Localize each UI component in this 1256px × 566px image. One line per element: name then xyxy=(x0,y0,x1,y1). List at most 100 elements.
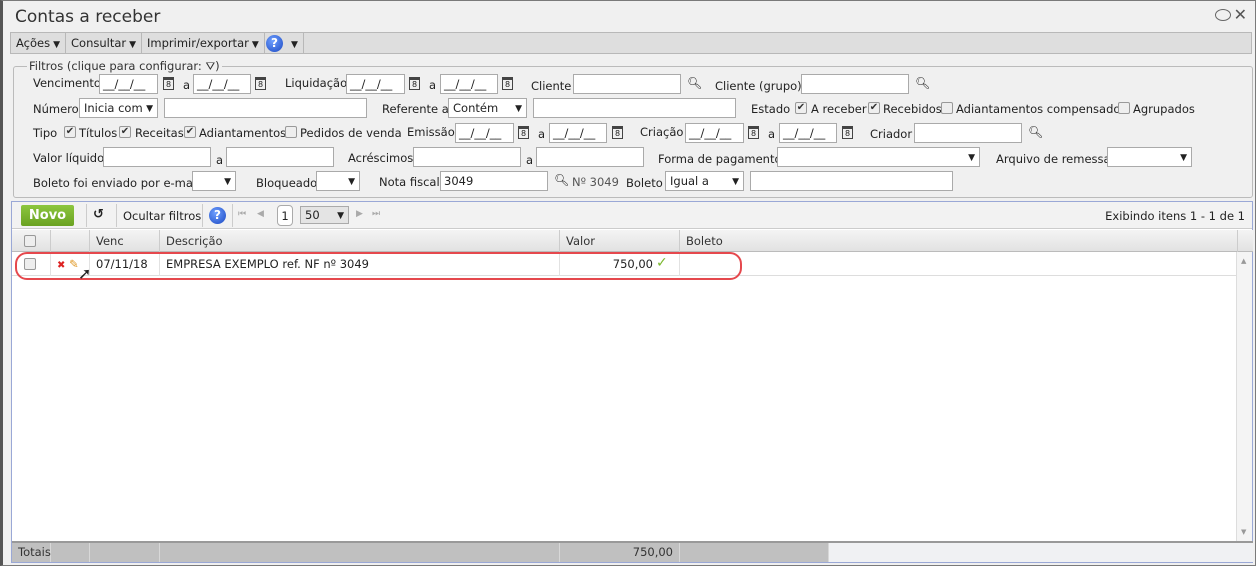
label-a: a xyxy=(183,78,191,92)
emissao-to[interactable]: __/__/__ xyxy=(549,123,607,143)
cb-label: Adiantamentos compensados xyxy=(956,102,1127,116)
scroll-up-icon[interactable]: ▲ xyxy=(1241,257,1246,265)
label-a: a xyxy=(538,127,546,141)
col-descricao[interactable]: Descrição xyxy=(160,230,560,252)
label-nota-fiscal: Nota fiscal xyxy=(379,175,440,189)
col-valor[interactable]: Valor xyxy=(560,230,680,252)
calendar-icon[interactable]: 8 xyxy=(163,77,174,90)
chat-icon[interactable] xyxy=(1215,9,1231,21)
estado-recebidos-checkbox[interactable]: ✔ xyxy=(868,102,880,114)
help-icon[interactable]: ? xyxy=(209,207,226,224)
legend-end: ) xyxy=(215,59,220,73)
next-page-icon[interactable]: ▶ xyxy=(356,209,363,219)
valor-liquido-to[interactable] xyxy=(226,147,334,167)
menu-consultar[interactable]: Consultar ▼ xyxy=(66,33,143,53)
col-venc[interactable]: Venc xyxy=(90,230,160,252)
tipo-adiantamentos-checkbox[interactable]: ✔ xyxy=(184,126,196,138)
filters-legend[interactable]: Filtros (clique para configurar: ⛛) xyxy=(27,59,222,74)
calendar-icon[interactable]: 8 xyxy=(612,126,623,139)
help-menu[interactable]: ? ▼ xyxy=(261,33,304,53)
page-input[interactable]: 1 xyxy=(277,205,293,226)
page-size-select[interactable]: 50 xyxy=(300,206,349,224)
close-icon[interactable]: ✕ xyxy=(1234,5,1247,24)
acrescimos-from[interactable] xyxy=(413,147,521,167)
label-cliente: Cliente xyxy=(531,79,572,93)
cb-label: Receitas xyxy=(135,126,184,140)
menu-imprimir[interactable]: Imprimir/exportar ▼ xyxy=(142,33,265,53)
estado-agrupados-checkbox[interactable] xyxy=(1118,102,1130,114)
nota-fiscal-input[interactable]: 3049 xyxy=(440,171,548,191)
vencimento-from[interactable]: __/__/__ xyxy=(99,74,158,94)
cliente-input[interactable] xyxy=(573,74,681,94)
caret-down-icon: ▼ xyxy=(53,40,61,50)
window: Contas a receber ✕ Ações ▼ Consultar ▼ Imp… xyxy=(0,0,1256,566)
first-page-icon[interactable]: ⏮ xyxy=(238,209,246,219)
calendar-icon[interactable]: 8 xyxy=(842,126,853,139)
calendar-icon[interactable]: 8 xyxy=(518,126,529,139)
criador-input[interactable] xyxy=(914,123,1022,143)
tipo-titulos-checkbox[interactable]: ✔ xyxy=(64,126,76,138)
label-referente: Referente a xyxy=(382,102,449,116)
cliente-grupo-input[interactable] xyxy=(801,74,909,94)
referente-operator-select[interactable]: Contém xyxy=(448,98,527,118)
caret-down-icon: ▼ xyxy=(251,40,259,50)
label-tipo: Tipo xyxy=(33,126,58,140)
bloqueado-select[interactable] xyxy=(316,171,360,191)
row-highlight-annotation xyxy=(15,252,742,280)
label-numero: Número xyxy=(33,102,79,116)
referente-input[interactable] xyxy=(533,98,736,118)
calendar-icon[interactable]: 8 xyxy=(748,126,759,139)
boleto-operator-select[interactable]: Igual a xyxy=(665,171,744,191)
refresh-icon[interactable]: ↺ xyxy=(93,207,104,222)
criacao-to[interactable]: __/__/__ xyxy=(779,123,837,143)
calendar-icon[interactable]: 8 xyxy=(502,77,513,90)
divider xyxy=(116,204,117,227)
hide-filters-button[interactable]: Ocultar filtros xyxy=(123,209,201,223)
boleto-input[interactable] xyxy=(750,171,953,191)
search-icon[interactable]: 🔍︎ xyxy=(915,76,930,90)
emissao-from[interactable]: __/__/__ xyxy=(455,123,514,143)
acrescimos-to[interactable] xyxy=(536,147,644,167)
menu-label: Consultar xyxy=(71,36,127,50)
prev-page-icon[interactable]: ◀ xyxy=(257,209,264,219)
forma-pagamento-select[interactable] xyxy=(777,147,980,167)
criacao-from[interactable]: __/__/__ xyxy=(685,123,744,143)
label-vencimento: Vencimento xyxy=(33,76,101,90)
numero-input[interactable] xyxy=(164,98,367,118)
menu-label: Ações xyxy=(16,36,51,50)
divider xyxy=(202,204,203,227)
estado-adiantamentos-checkbox[interactable] xyxy=(941,102,953,114)
select-all-checkbox[interactable] xyxy=(24,235,36,247)
totals-cell xyxy=(90,543,160,562)
cb-label: Recebidos xyxy=(883,102,942,116)
pagination-status: Exibindo itens 1 - 1 de 1 xyxy=(1105,209,1245,223)
search-icon[interactable]: 🔍︎ xyxy=(687,76,702,90)
valor-liquido-from[interactable] xyxy=(103,147,211,167)
scroll-down-icon[interactable]: ▼ xyxy=(1241,528,1246,536)
filter-icon[interactable]: ⛛ xyxy=(205,59,215,73)
calendar-icon[interactable]: 8 xyxy=(409,77,420,90)
col-boleto[interactable]: Boleto xyxy=(680,230,1238,252)
last-page-icon[interactable]: ⏭ xyxy=(372,209,380,219)
vencimento-to[interactable]: __/__/__ xyxy=(193,74,251,94)
search-icon[interactable]: 🔍︎ xyxy=(1028,125,1043,139)
tipo-pedidos-checkbox[interactable] xyxy=(285,126,297,138)
caret-down-icon: ▼ xyxy=(291,40,298,50)
calendar-icon[interactable]: 8 xyxy=(255,77,266,90)
cb-label: Pedidos de venda xyxy=(300,126,402,140)
liquidacao-from[interactable]: __/__/__ xyxy=(346,74,405,94)
new-button[interactable]: Novo xyxy=(21,205,74,226)
numero-operator-select[interactable]: Inicia com xyxy=(79,98,158,118)
menu-acoes[interactable]: Ações ▼ xyxy=(11,33,67,53)
arquivo-remessa-select[interactable] xyxy=(1107,147,1192,167)
liquidacao-to[interactable]: __/__/__ xyxy=(440,74,498,94)
totals-cell xyxy=(680,543,829,562)
tipo-receitas-checkbox[interactable]: ✔ xyxy=(119,126,131,138)
vertical-scrollbar[interactable]: ▲ ▼ xyxy=(1236,252,1252,541)
boleto-email-select[interactable] xyxy=(192,171,236,191)
label-cliente-grupo: Cliente (grupo) xyxy=(715,79,802,93)
label-valor-liquido: Valor líquido xyxy=(33,151,105,165)
estado-a-receber-checkbox[interactable]: ✔ xyxy=(795,102,807,114)
cb-label: Adiantamentos xyxy=(199,126,287,140)
search-icon[interactable]: 🔍︎ xyxy=(554,173,569,187)
